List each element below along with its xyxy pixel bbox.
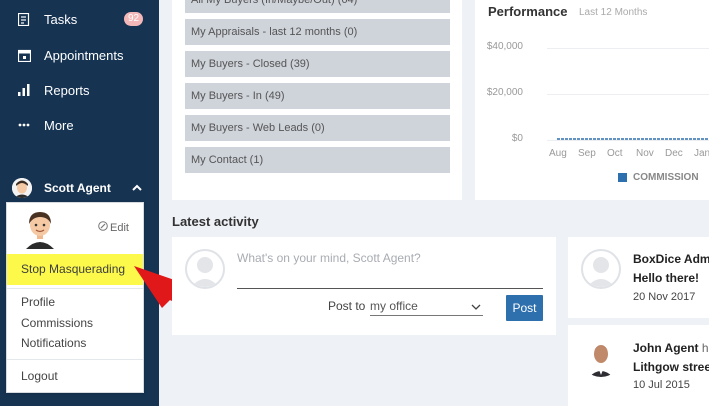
legend-label[interactable]: COMMISSION bbox=[633, 172, 699, 183]
sidebar-item-tasks[interactable]: Tasks 92 bbox=[0, 4, 159, 34]
profile-link[interactable]: Profile bbox=[21, 295, 55, 309]
list-item[interactable]: My Contact (1) bbox=[185, 147, 450, 173]
feed-message: Lithgow stree bbox=[633, 360, 709, 374]
avatar-placeholder-icon bbox=[581, 249, 621, 289]
divider bbox=[7, 359, 143, 360]
stop-masquerading-button[interactable]: Stop Masquerading bbox=[7, 254, 143, 285]
post-audience-value: my office bbox=[370, 299, 418, 313]
avatar-placeholder-icon bbox=[185, 249, 225, 289]
feed-message: Hello there! bbox=[633, 271, 700, 285]
divider bbox=[7, 288, 143, 289]
feed-author[interactable]: John Agent h bbox=[633, 341, 709, 355]
list-item[interactable]: All My Buyers (In/Maybe/Out) (64) bbox=[185, 0, 450, 13]
latest-activity-title: Latest activity bbox=[172, 214, 259, 229]
more-icon bbox=[17, 118, 31, 132]
feed-date: 10 Jul 2015 bbox=[633, 379, 690, 391]
list-item[interactable]: My Buyers - Closed (39) bbox=[185, 51, 450, 77]
feed-date: 20 Nov 2017 bbox=[633, 291, 696, 303]
chevron-up-icon bbox=[131, 181, 143, 193]
avatar bbox=[23, 209, 57, 249]
sidebar-item-label: Appointments bbox=[44, 47, 124, 63]
bar-chart-icon bbox=[17, 83, 31, 97]
user-name: Scott Agent bbox=[44, 181, 111, 195]
avatar bbox=[12, 178, 32, 198]
logout-link[interactable]: Logout bbox=[21, 369, 58, 383]
legend-swatch[interactable] bbox=[618, 173, 627, 182]
list-item[interactable]: My Buyers - Web Leads (0) bbox=[185, 115, 450, 141]
sidebar-item-more[interactable]: More bbox=[0, 110, 159, 140]
avatar bbox=[581, 337, 621, 377]
user-dropdown-menu: Edit Stop Masquerading Profile Commissio… bbox=[6, 202, 144, 393]
post-composer: Post to my office Post bbox=[172, 237, 556, 335]
user-menu-toggle[interactable]: Scott Agent bbox=[0, 175, 159, 201]
notifications-link[interactable]: Notifications bbox=[21, 336, 86, 350]
list-item[interactable]: My Buyers - In (49) bbox=[185, 83, 450, 109]
chart-svg bbox=[557, 138, 709, 140]
sidebar-item-appointments[interactable]: Appointments bbox=[0, 40, 159, 70]
feed-author[interactable]: BoxDice Adm bbox=[633, 252, 709, 266]
post-audience-select[interactable]: my office bbox=[370, 296, 483, 316]
edit-icon bbox=[98, 221, 108, 234]
commissions-link[interactable]: Commissions bbox=[21, 316, 93, 330]
post-to-label: Post to bbox=[328, 299, 366, 313]
edit-label: Edit bbox=[110, 221, 129, 234]
tasks-count-badge: 92 bbox=[124, 12, 143, 26]
post-button[interactable]: Post bbox=[506, 295, 543, 321]
buyers-list-card: All My Buyers (In/Maybe/Out) (64) My App… bbox=[172, 0, 462, 200]
list-item[interactable]: My Appraisals - last 12 months (0) bbox=[185, 19, 450, 45]
feed-item: John Agent h Lithgow stree 10 Jul 2015 bbox=[568, 325, 709, 406]
post-input[interactable] bbox=[237, 251, 543, 289]
chevron-down-icon bbox=[471, 300, 481, 310]
sidebar-item-label: More bbox=[44, 117, 74, 133]
sidebar-item-reports[interactable]: Reports bbox=[0, 75, 159, 105]
sidebar-item-label: Reports bbox=[44, 82, 90, 98]
tasks-icon bbox=[17, 12, 31, 26]
sidebar-item-label: Tasks bbox=[44, 11, 78, 27]
edit-profile-link[interactable]: Edit bbox=[98, 221, 129, 234]
performance-card: Performance Last 12 Months $40,000 $20,00… bbox=[475, 0, 709, 200]
calendar-icon bbox=[17, 48, 31, 62]
feed-item: BoxDice Adm Hello there! 20 Nov 2017 bbox=[568, 237, 709, 318]
